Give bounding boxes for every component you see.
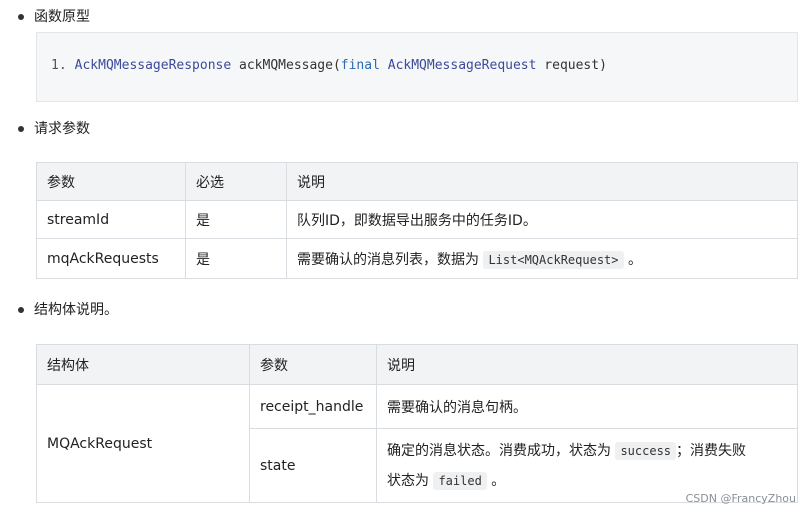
struct-header-param: 参数 [249,344,377,385]
struct-header-row: 结构体 参数 说明 [36,344,798,385]
params-table: 参数 必选 说明 streamId 是 队列ID，即数据导出服务中的任务ID。 … [36,162,798,279]
heading-function-prototype: 函数原型 [34,9,90,25]
param-name: streamId [36,200,186,239]
code-param-name: request) [544,58,607,73]
heading-struct-desc: 结构体说明。 [34,302,118,318]
struct-header-desc: 说明 [376,344,798,385]
param-desc-text: 需要确认的消息列表，数据为 [297,251,479,268]
struct-name: MQAckRequest [36,384,250,503]
params-header-desc: 说明 [286,162,798,201]
code-keyword: final [340,58,380,73]
struct-desc-text: 。 [491,472,506,489]
code-line-number: 1. [51,58,67,73]
params-header-name: 参数 [36,162,186,201]
csdn-watermark: CSDN @FrancyZhou [685,492,796,505]
table-row: MQAckRequest receipt_handle 需要确认的消息句柄。 [36,384,798,503]
params-header-required: 必选 [185,162,287,201]
code-method: ackMQMessage( [239,58,341,73]
struct-param: state [249,428,377,503]
param-name: mqAckRequests [36,238,186,279]
bullet-function-prototype [18,14,24,20]
heading-request-params: 请求参数 [34,121,90,137]
param-required: 是 [185,238,287,279]
code-return-type: AckMQMessageResponse [74,58,232,73]
param-desc-suffix: 。 [627,251,642,268]
table-row: streamId 是 队列ID，即数据导出服务中的任务ID。 [36,200,798,239]
struct-desc-text: ；消费失败 [676,442,747,459]
struct-header-struct: 结构体 [36,344,250,385]
param-desc: 需要确认的消息列表，数据为 List<MQAckRequest> 。 [286,238,798,279]
param-desc: 队列ID，即数据导出服务中的任务ID。 [286,200,798,239]
inline-code: List<MQAckRequest> [483,250,624,269]
inline-code: success [615,441,677,460]
code-line: 1. AckMQMessageResponse ackMQMessage(fina… [51,58,607,73]
struct-table: 结构体 参数 说明 MQAckRequest receipt_handle 需要… [36,344,798,503]
struct-desc: 需要确认的消息句柄。 [376,384,798,429]
struct-desc-text: 状态为 [387,472,429,489]
struct-desc-text: 确定的消息状态。消费成功，状态为 [387,442,611,459]
bullet-request-params [18,126,24,132]
struct-param: receipt_handle [249,384,377,429]
code-block: 1. AckMQMessageResponse ackMQMessage(fina… [36,32,798,102]
params-header-row: 参数 必选 说明 [36,162,798,201]
code-param-type: AckMQMessageRequest [387,58,537,73]
bullet-struct-desc [18,307,24,313]
inline-code: failed [433,471,487,490]
param-required: 是 [185,200,287,239]
table-row: mqAckRequests 是 需要确认的消息列表，数据为 List<MQAck… [36,238,798,279]
